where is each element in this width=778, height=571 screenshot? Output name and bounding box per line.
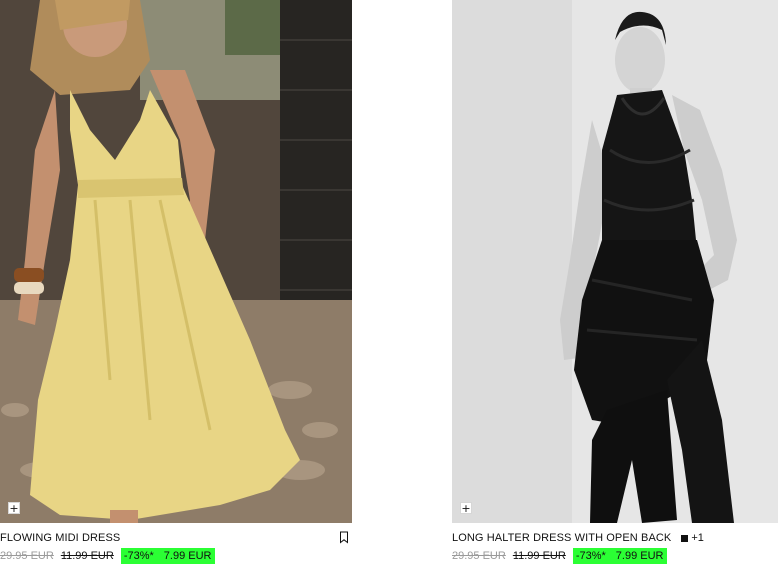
sale-badge: -73%* 7.99 EUR	[120, 548, 216, 564]
product-info: LONG HALTER DRESS WITH OPEN BACK +1 29.9…	[452, 523, 778, 565]
product-name[interactable]: LONG HALTER DRESS WITH OPEN BACK	[452, 532, 671, 544]
more-colors-count[interactable]: +1	[691, 532, 704, 544]
plus-icon[interactable]: +	[460, 502, 472, 514]
product-info: FLOWING MIDI DRESS 29.95 EUR 11.99 EUR -…	[0, 523, 352, 565]
product-image[interactable]: +	[452, 0, 778, 523]
product-photo	[452, 0, 778, 523]
discount-percent: -73%*	[575, 550, 606, 562]
sale-badge: -73%* 7.99 EUR	[572, 548, 668, 564]
price-row: 29.95 EUR 11.99 EUR -73%* 7.99 EUR	[0, 547, 352, 565]
current-price: 7.99 EUR	[615, 550, 664, 562]
original-price: 29.95 EUR	[0, 550, 54, 562]
price-row: 29.95 EUR 11.99 EUR -73%* 7.99 EUR	[452, 547, 778, 565]
previous-price: 11.99 EUR	[60, 550, 114, 562]
product-card[interactable]: + FLOWING MIDI DRESS 29.95 EUR 11.99 EUR…	[0, 0, 352, 565]
previous-price: 11.99 EUR	[512, 550, 566, 562]
color-swatch-black[interactable]	[681, 534, 689, 542]
product-name[interactable]: FLOWING MIDI DRESS	[0, 532, 120, 544]
plus-icon[interactable]: +	[8, 502, 20, 514]
product-card[interactable]: + LONG HALTER DRESS WITH OPEN BACK +1 29…	[452, 0, 778, 565]
bookmark-icon[interactable]	[339, 531, 349, 544]
current-price: 7.99 EUR	[163, 550, 212, 562]
product-photo	[0, 0, 352, 523]
product-image[interactable]: +	[0, 0, 352, 523]
original-price: 29.95 EUR	[452, 550, 506, 562]
discount-percent: -73%*	[123, 550, 154, 562]
